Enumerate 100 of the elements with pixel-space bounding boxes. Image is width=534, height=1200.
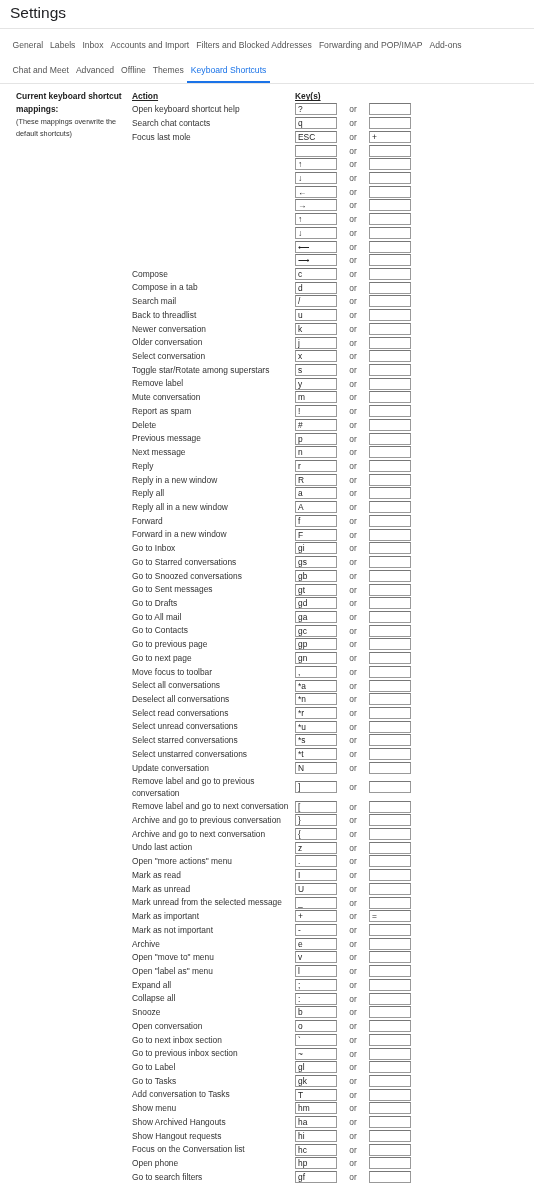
alt-key-field[interactable] (369, 720, 411, 733)
key-field[interactable]: # (295, 418, 337, 431)
key-field[interactable]: *a (295, 679, 337, 692)
alt-key-field[interactable] (369, 1033, 411, 1046)
key-field[interactable]: q (295, 117, 337, 130)
key-field[interactable]: ← (295, 185, 337, 198)
alt-key-field[interactable] (369, 144, 411, 157)
alt-key-field[interactable] (369, 841, 411, 854)
alt-key-field[interactable] (369, 391, 411, 404)
key-field[interactable]: ↑ (295, 158, 337, 171)
alt-key-field[interactable] (369, 528, 411, 541)
key-field[interactable]: v (295, 951, 337, 964)
settings-tab[interactable]: Labels (46, 33, 79, 58)
alt-key-field[interactable] (369, 1088, 411, 1101)
key-field[interactable]: / (295, 295, 337, 308)
key-field[interactable]: ⟶ (295, 254, 337, 267)
key-field[interactable]: A (295, 501, 337, 514)
alt-key-field[interactable] (369, 117, 411, 130)
alt-key-field[interactable] (369, 185, 411, 198)
alt-key-field[interactable] (369, 800, 411, 813)
key-field[interactable]: gt (295, 583, 337, 596)
alt-key-field[interactable] (369, 226, 411, 239)
key-field[interactable]: N (295, 761, 337, 774)
key-field[interactable]: T (295, 1088, 337, 1101)
alt-key-field[interactable] (369, 158, 411, 171)
alt-key-field[interactable] (369, 965, 411, 978)
key-field[interactable]: y (295, 377, 337, 390)
alt-key-field[interactable] (369, 951, 411, 964)
key-field[interactable]: ? (295, 103, 337, 116)
alt-key-field[interactable] (369, 240, 411, 253)
alt-key-field[interactable] (369, 569, 411, 582)
alt-key-field[interactable] (369, 583, 411, 596)
alt-key-field[interactable] (369, 679, 411, 692)
key-field[interactable]: F (295, 528, 337, 541)
key-field[interactable]: *s (295, 734, 337, 747)
alt-key-field[interactable] (369, 460, 411, 473)
alt-key-field[interactable] (369, 556, 411, 569)
settings-tab[interactable]: Inbox (78, 33, 107, 58)
key-field[interactable]: n (295, 446, 337, 459)
key-field[interactable]: ~ (295, 1047, 337, 1060)
alt-key-field[interactable] (369, 1143, 411, 1156)
alt-key-field[interactable] (369, 514, 411, 527)
alt-key-field[interactable] (369, 309, 411, 322)
alt-key-field[interactable] (369, 814, 411, 827)
alt-key-field[interactable] (369, 377, 411, 390)
alt-key-field[interactable] (369, 171, 411, 184)
key-field[interactable]: k (295, 322, 337, 335)
alt-key-field[interactable] (369, 855, 411, 868)
alt-key-field[interactable] (369, 978, 411, 991)
alt-key-field[interactable] (369, 638, 411, 651)
key-field[interactable]: R (295, 473, 337, 486)
alt-key-field[interactable] (369, 103, 411, 116)
key-field[interactable]: : (295, 992, 337, 1005)
key-field[interactable]: gn (295, 652, 337, 665)
settings-tab[interactable]: Advanced (72, 58, 118, 83)
alt-key-field[interactable] (369, 882, 411, 895)
key-field[interactable]: ` (295, 1033, 337, 1046)
key-field[interactable]: *r (295, 707, 337, 719)
settings-tab[interactable]: General (9, 33, 47, 58)
settings-tab[interactable]: Chat and Meet (9, 58, 73, 83)
key-field[interactable]: ; (295, 978, 337, 991)
key-field[interactable]: a (295, 487, 337, 500)
alt-key-field[interactable] (369, 1006, 411, 1019)
alt-key-field[interactable]: = (369, 910, 411, 923)
alt-key-field[interactable] (369, 213, 411, 226)
settings-tab[interactable]: Filters and Blocked Addresses (192, 33, 316, 58)
alt-key-field[interactable] (369, 1061, 411, 1074)
key-field[interactable]: . (295, 855, 337, 868)
alt-key-field[interactable] (369, 1116, 411, 1129)
alt-key-field[interactable] (369, 761, 411, 774)
key-field[interactable]: gl (295, 1061, 337, 1074)
alt-key-field[interactable] (369, 1020, 411, 1033)
alt-key-field[interactable] (369, 937, 411, 950)
alt-key-field[interactable] (369, 624, 411, 637)
key-field[interactable]: j (295, 336, 337, 349)
key-field[interactable]: ha (295, 1116, 337, 1129)
alt-key-field[interactable] (369, 487, 411, 500)
key-field[interactable]: ↑ (295, 213, 337, 226)
key-field[interactable]: p (295, 432, 337, 445)
key-field[interactable]: f (295, 514, 337, 527)
key-field[interactable]: e (295, 937, 337, 950)
key-field[interactable]: hp (295, 1157, 337, 1170)
key-field[interactable]: gi (295, 542, 337, 555)
key-field[interactable]: hm (295, 1102, 337, 1115)
alt-key-field[interactable] (369, 652, 411, 665)
key-field[interactable]: gp (295, 638, 337, 651)
settings-tab[interactable]: Accounts and Import (106, 33, 193, 58)
key-field[interactable]: ⟵ (295, 240, 337, 253)
alt-key-field[interactable] (369, 418, 411, 431)
alt-key-field[interactable] (369, 748, 411, 761)
key-field[interactable]: *u (295, 720, 337, 733)
alt-key-field[interactable] (369, 828, 411, 840)
alt-key-field[interactable] (369, 1157, 411, 1170)
key-field[interactable]: r (295, 460, 337, 473)
key-field[interactable]: s (295, 364, 337, 376)
alt-key-field[interactable] (369, 281, 411, 294)
key-field[interactable]: gk (295, 1074, 337, 1087)
key-field[interactable]: - (295, 924, 337, 937)
alt-key-field[interactable] (369, 268, 411, 280)
settings-tab[interactable]: Forwarding and POP/IMAP (315, 33, 427, 58)
